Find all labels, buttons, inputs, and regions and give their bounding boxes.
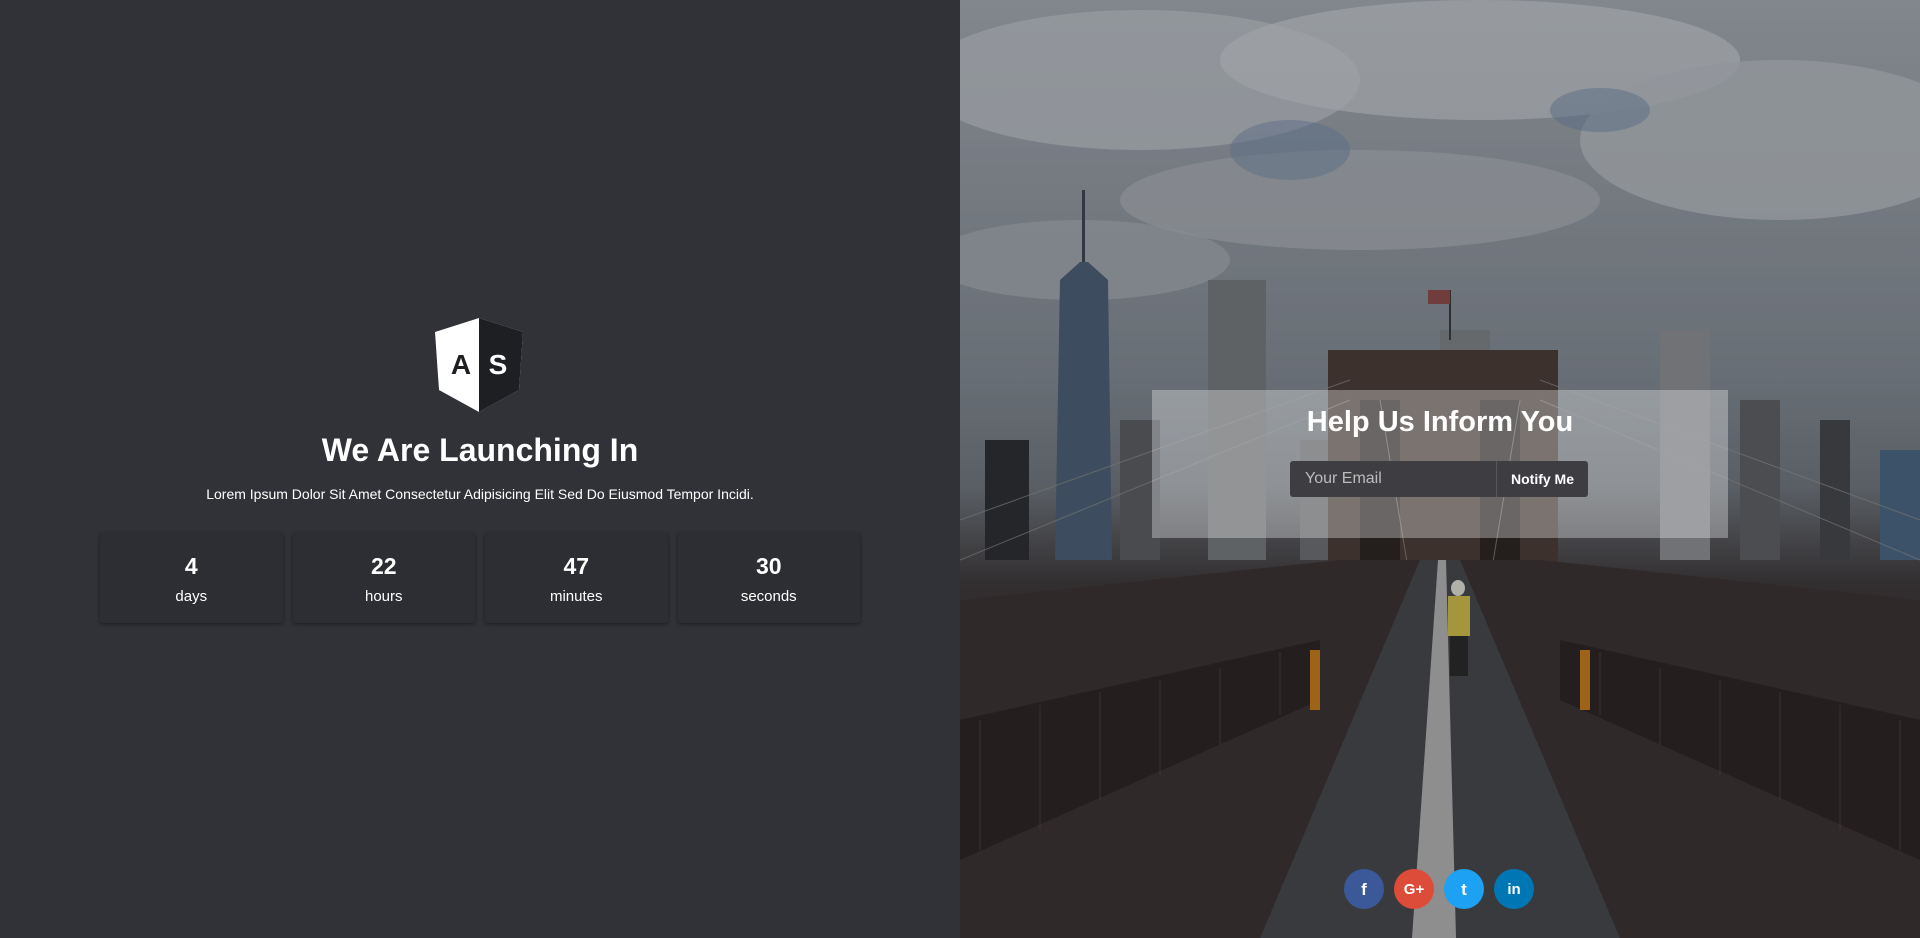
countdown-value: 47 [563, 553, 590, 579]
notify-me-button[interactable]: Notify Me [1496, 461, 1588, 497]
countdown-label: days [175, 588, 208, 605]
page-title: We Are Launching In [321, 432, 639, 468]
countdown-value: 4 [184, 553, 198, 579]
twitter-glyph: t [1461, 879, 1467, 899]
countdown-timer: 4 days 22 hours 47 minutes 30 seconds [100, 533, 860, 623]
countdown-hours: 22 hours [292, 533, 475, 623]
countdown-label: seconds [740, 588, 797, 605]
countdown-minutes: 47 minutes [485, 533, 668, 623]
countdown-label: minutes [549, 588, 603, 605]
social-links: f G+ t in [1344, 869, 1534, 909]
page-subtitle: Lorem Ipsum Dolor Sit Amet Consectetur A… [206, 486, 754, 502]
facebook-icon[interactable]: f [1344, 869, 1384, 909]
logo-letter-a: A [451, 349, 471, 380]
google-plus-icon[interactable]: G+ [1394, 869, 1434, 909]
twitter-icon[interactable]: t [1444, 869, 1484, 909]
email-input[interactable] [1290, 461, 1496, 497]
subscribe-title: Help Us Inform You [1306, 406, 1574, 438]
linkedin-glyph: in [1507, 880, 1521, 898]
countdown-seconds: 30 seconds [677, 533, 860, 623]
shield-logo-icon: A S [435, 318, 523, 412]
countdown-value: 30 [755, 553, 782, 579]
launch-page: A S We Are Launching In Lorem Ipsum Dolo… [0, 0, 1920, 938]
linkedin-icon[interactable]: in [1494, 869, 1534, 909]
subscribe-box: Help Us Inform You Notify Me [1152, 390, 1728, 538]
subscribe-form: Notify Me [1290, 461, 1588, 497]
countdown-panel: A S We Are Launching In Lorem Ipsum Dolo… [0, 0, 960, 938]
logo-letter-s: S [489, 349, 508, 380]
countdown-label: hours [364, 588, 403, 605]
countdown-days: 4 days [100, 533, 283, 623]
facebook-glyph: f [1361, 879, 1367, 899]
subscribe-panel: Help Us Inform You Notify Me f G+ t in [960, 0, 1920, 938]
countdown-value: 22 [370, 553, 397, 579]
google-plus-glyph: G+ [1403, 880, 1425, 898]
